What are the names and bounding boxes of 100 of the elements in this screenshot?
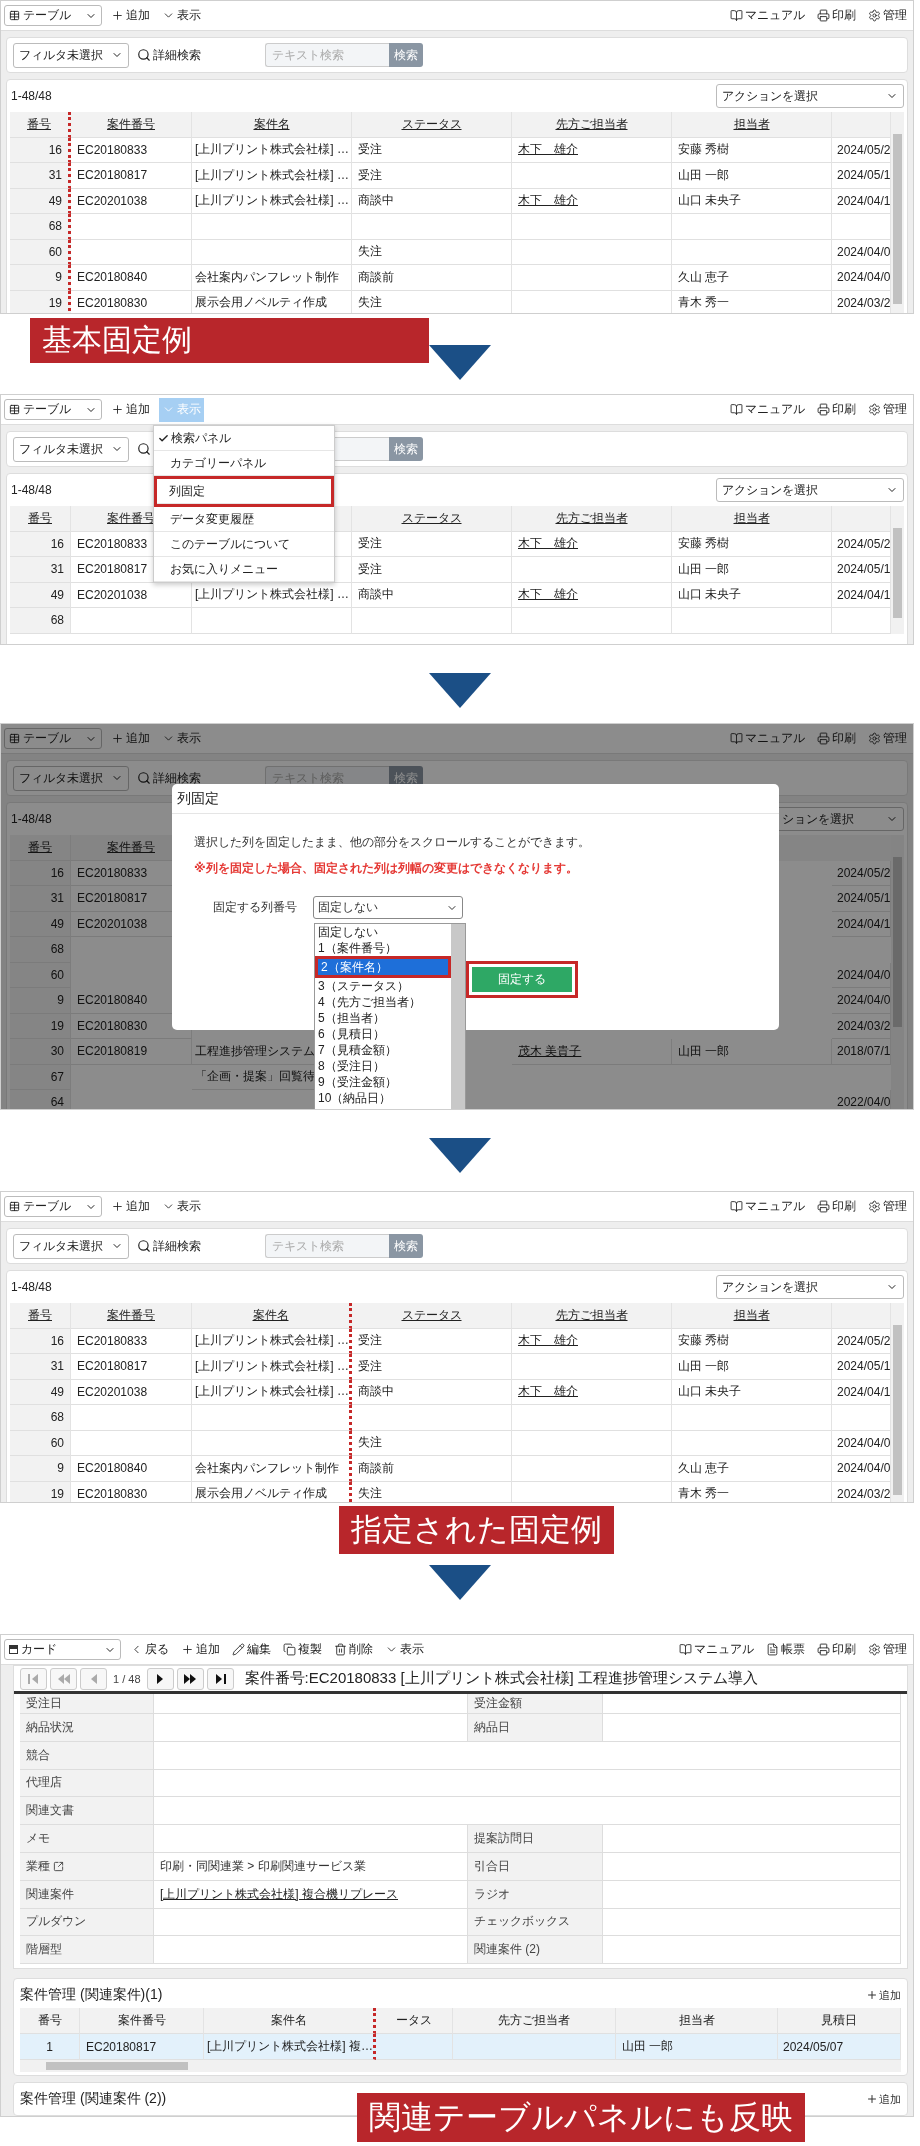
column-header[interactable]: ステータス — [352, 112, 512, 138]
menu-item[interactable]: お気に入りメニュー — [154, 557, 334, 582]
filter-select[interactable]: フィルタ未選択 — [13, 1233, 129, 1259]
toolbar-button[interactable]: 印刷 — [814, 3, 859, 28]
column-header: ータス — [376, 2008, 453, 2035]
table-cell: 商談前 — [352, 265, 512, 291]
toolbar-button[interactable]: 印刷 — [814, 397, 859, 422]
advanced-search-link[interactable]: 詳細検索 — [153, 46, 201, 64]
add-button[interactable]: 追加 — [866, 1987, 901, 2003]
toolbar-button[interactable]: 複製 — [280, 1637, 325, 1662]
contact-link[interactable]: 茂木 美貴子 — [518, 1042, 582, 1060]
toolbar-button[interactable]: 削除 — [331, 1637, 376, 1662]
column-header[interactable]: 番号 — [10, 506, 71, 532]
column-header[interactable]: 先方ご担当者 — [512, 112, 672, 138]
column-header[interactable]: 案件名 — [192, 1303, 352, 1329]
toolbar-button[interactable]: 表示 — [159, 3, 204, 28]
action-select[interactable]: アクションを選択 — [716, 478, 904, 502]
column-header[interactable]: 先方ご担当者 — [512, 506, 672, 532]
record-position: 1 / 48 — [112, 1672, 142, 1685]
contact-link[interactable]: 木下 雄介 — [518, 192, 578, 210]
row-number: 67 — [10, 1064, 71, 1090]
row-number: 68 — [10, 1405, 71, 1431]
filter-select[interactable]: フィルタ未選択 — [13, 42, 129, 68]
toolbar-button[interactable]: 管理 — [865, 1637, 910, 1662]
contact-link[interactable]: 木下 雄介 — [518, 141, 578, 159]
view-select[interactable]: テーブル — [4, 399, 102, 420]
record-link[interactable]: [上川プリント株式会社様] 複合機リプレース — [160, 1885, 398, 1903]
action-select[interactable]: アクションを選択 — [716, 1275, 904, 1299]
toolbar-button[interactable]: 管理 — [865, 726, 910, 751]
column-header[interactable]: 番号 — [10, 835, 71, 861]
table-cell: 山田 一郎 — [672, 1039, 832, 1065]
contact-link[interactable]: 木下 雄介 — [518, 586, 578, 604]
view-select[interactable]: テーブル — [4, 1196, 102, 1217]
toolbar-button[interactable]: マニュアル — [727, 397, 808, 422]
menu-item[interactable]: カテゴリーパネル — [154, 451, 334, 476]
toolbar-button[interactable]: マニュアル — [727, 726, 808, 751]
table-cell: EC20180830 — [71, 1481, 192, 1502]
toolbar-button[interactable]: 追加 — [108, 1194, 153, 1219]
action-select[interactable]: ションを選択 — [776, 807, 904, 831]
label-text: 納品日 — [474, 1718, 510, 1736]
toolbar-button[interactable]: 表示 — [382, 1637, 427, 1662]
dropdown-option[interactable]: 2（案件名） — [318, 959, 448, 975]
view-select[interactable]: テーブル — [4, 5, 102, 26]
record-count: 1-48/48 — [10, 483, 52, 497]
menu-item[interactable]: このテーブルについて — [154, 532, 334, 557]
action-select[interactable]: アクションを選択 — [716, 84, 904, 108]
table-cell: 山口 未央子 — [672, 582, 832, 608]
toolbar-button[interactable]: 印刷 — [814, 1637, 859, 1662]
column-header[interactable]: ステータス — [352, 1303, 512, 1329]
contact-link[interactable]: 木下 雄介 — [518, 1383, 578, 1401]
column-header[interactable]: 担当者 — [672, 112, 832, 138]
filter-select[interactable]: フィルタ未選択 — [13, 765, 129, 791]
table-cell: 受注 — [352, 137, 512, 163]
filter-select[interactable]: フィルタ未選択 — [13, 436, 129, 462]
toolbar-button[interactable]: 追加 — [108, 397, 153, 422]
toolbar-button[interactable]: 印刷 — [814, 1194, 859, 1219]
column-header[interactable]: 番号 — [10, 1303, 71, 1329]
column-header: 案件番号 — [80, 2008, 204, 2035]
toolbar-button[interactable]: 追加 — [108, 3, 153, 28]
column-header[interactable]: 案件名 — [192, 112, 352, 138]
view-select[interactable]: テーブル — [4, 728, 102, 749]
column-header[interactable]: 担当者 — [672, 1303, 832, 1329]
table-cell: EC20201038 — [71, 1379, 192, 1405]
advanced-search-link[interactable]: 詳細検索 — [153, 769, 201, 787]
toolbar-button[interactable]: マニュアル — [676, 1637, 757, 1662]
contact-link[interactable]: 木下 雄介 — [518, 535, 578, 553]
toolbar-button[interactable]: 管理 — [865, 397, 910, 422]
contact-link[interactable]: 木下 雄介 — [518, 1332, 578, 1350]
toolbar-button[interactable]: 追加 — [178, 1637, 223, 1662]
table-cell: 会社案内パンフレット制作 — [192, 1456, 352, 1482]
search-field[interactable]: テキスト検索 — [265, 43, 389, 67]
view-select[interactable]: カード — [4, 1639, 121, 1660]
toolbar-button[interactable]: 帳票 — [763, 1637, 808, 1662]
column-header: 担当者 — [616, 2008, 778, 2035]
menu-item[interactable]: 列固定 — [157, 479, 331, 504]
column-header[interactable]: 担当者 — [672, 506, 832, 532]
column-header[interactable]: 案件番号 — [71, 1303, 192, 1329]
add-button[interactable]: 追加 — [866, 2091, 901, 2107]
column-header[interactable]: 番号 — [10, 112, 71, 138]
table-cell: 久山 恵子 — [672, 1456, 832, 1482]
toolbar-button[interactable]: 編集 — [229, 1637, 274, 1662]
column-header[interactable]: 先方ご担当者 — [512, 1303, 672, 1329]
toolbar-button[interactable]: 戻る — [127, 1637, 172, 1662]
menu-item[interactable]: データ変更履歴 — [154, 507, 334, 532]
toolbar-button[interactable]: 印刷 — [814, 726, 859, 751]
table-cell: 山田 一郎 — [672, 163, 832, 189]
toolbar-button[interactable]: 管理 — [865, 3, 910, 28]
row-number: 16 — [10, 860, 71, 886]
toolbar-button[interactable]: マニュアル — [727, 1194, 808, 1219]
table-row[interactable]: 1 EC20180817 [上川プリント株式会社様] 複… 山田 一郎 2024/05/07 — [20, 2034, 901, 2061]
menu-item[interactable]: 検索パネル — [154, 426, 334, 451]
toolbar-button[interactable]: 表示 — [159, 726, 204, 751]
toolbar-button[interactable]: 管理 — [865, 1194, 910, 1219]
advanced-search-link[interactable]: 詳細検索 — [153, 1237, 201, 1255]
search-field[interactable]: テキスト検索 — [265, 1234, 389, 1258]
toolbar-button[interactable]: マニュアル — [727, 3, 808, 28]
toolbar-button[interactable]: 追加 — [108, 726, 153, 751]
toolbar-button[interactable]: 表示 — [159, 1194, 204, 1219]
column-header[interactable]: ステータス — [352, 506, 512, 532]
column-header[interactable]: 案件番号 — [71, 112, 192, 138]
